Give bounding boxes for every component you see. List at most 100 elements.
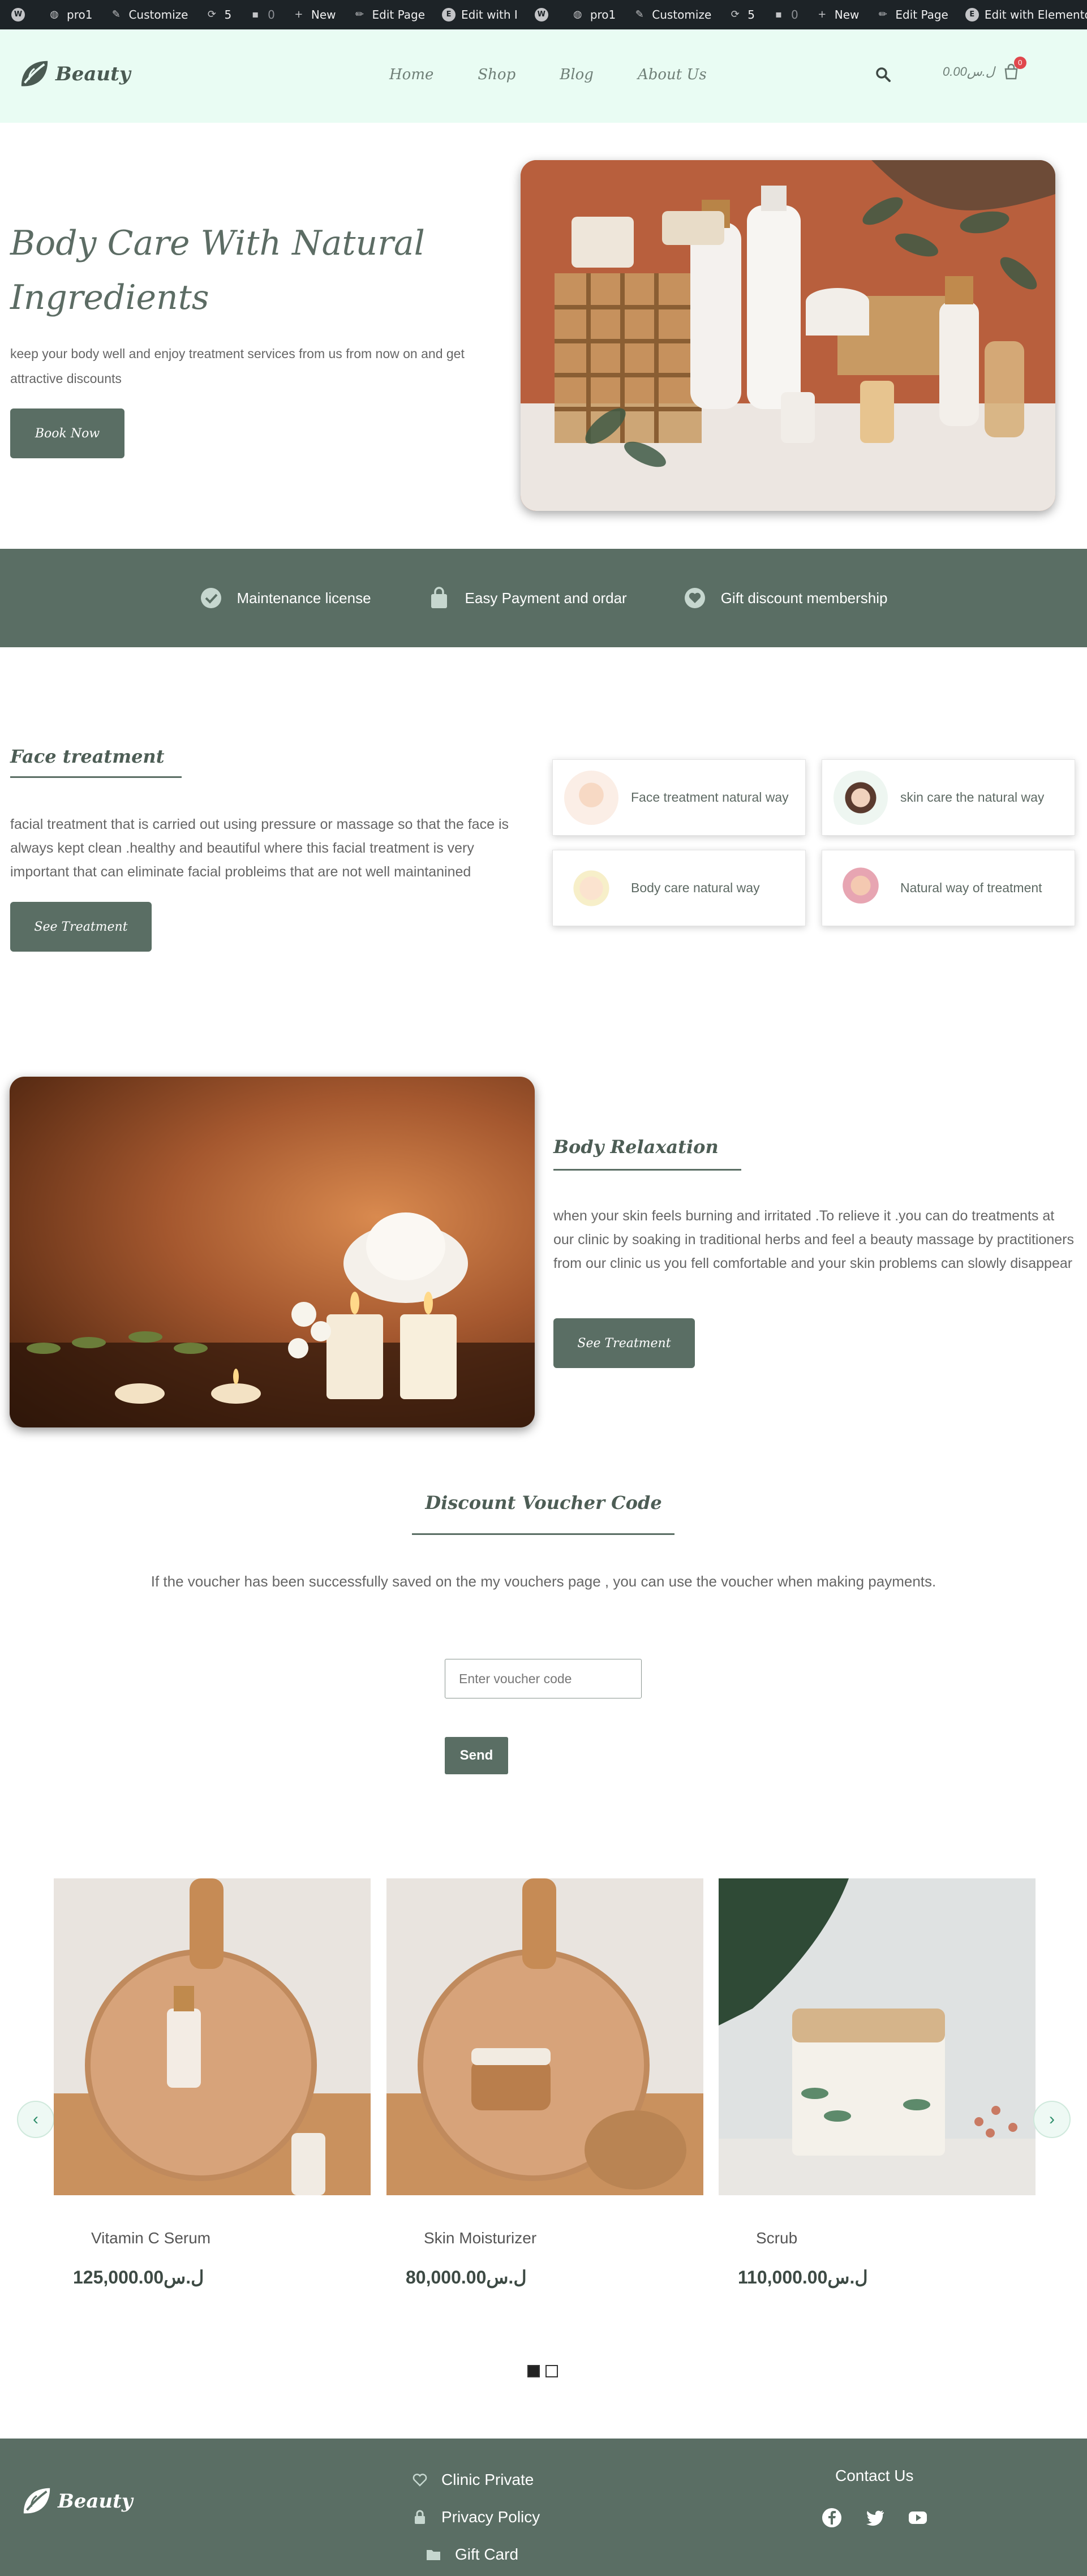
product-card[interactable]: Vitamin C Serum 125,000.00ل.س [54,1878,371,2365]
treatment-card[interactable]: Body care natural way [552,850,806,926]
hero-title: Body Care With Natural Ingredients [10,216,463,325]
nav-home[interactable]: Home [389,66,433,83]
updates-link[interactable]: ⟳ 5 [205,8,231,21]
footer-link-label: Gift Card [455,2545,519,2563]
edit-page-link-2[interactable]: ✏ Edit Page [876,8,948,21]
heart-circle-icon [684,588,705,608]
card-label: skin care the natural way [900,790,1045,805]
logo-text: Beauty [55,63,131,85]
natural-treatment-avatar [833,861,888,915]
product-name[interactable]: Vitamin C Serum [91,2229,210,2247]
product-price: 125,000.00ل.س [73,2267,204,2287]
book-now-button[interactable]: Book Now [10,408,124,458]
feature-gift-discount: Gift discount membership [684,587,888,609]
hero-illustration [521,160,1055,511]
face-treatment-title: Face treatment [10,746,165,767]
feature-easy-payment: Easy Payment and ordar [428,587,627,609]
comment-icon: ▪ [252,8,259,20]
edit-with-elementor-link-2[interactable]: E Edit with Elementor [965,8,1087,21]
wordpress-menu[interactable]: W [11,8,31,21]
product-price: 80,000.00ل.س [406,2267,527,2287]
new-content-link-2[interactable]: + New [815,8,859,21]
see-treatment-button[interactable]: See Treatment [10,902,152,952]
product-image [719,1878,1036,2195]
updates-icon: ⟳ [207,8,216,20]
dashboard-icon: ◍ [573,8,582,20]
chevron-left-icon: ‹ [33,2110,38,2128]
feature-label: Maintenance license [237,589,371,607]
main-nav: Home Shop Blog About Us [389,66,751,83]
see-treatment-button[interactable]: See Treatment [553,1318,695,1368]
youtube-icon[interactable] [908,2508,928,2528]
body-relaxation-description: when your skin feels burning and irritat… [553,1208,1074,1271]
search-icon[interactable] [875,66,892,83]
site-footer: Beauty Clinic Private Privacy Policy Gif… [0,2439,1087,2576]
product-name[interactable]: Scrub [756,2229,797,2247]
edit-page-link[interactable]: ✏ Edit Page [353,8,425,21]
footer-link-clinic-private[interactable]: Clinic Private [412,2461,540,2498]
site-header: Beauty Home Shop Blog About Us 0.00ل.س 0 [0,29,1087,123]
new-content-link[interactable]: + New [292,8,336,21]
features-band: Maintenance license Easy Payment and ord… [0,549,1087,647]
facebook-icon[interactable] [822,2508,842,2528]
contact-us-title: Contact Us [835,2467,914,2484]
twitter-icon[interactable] [865,2508,885,2528]
plus-icon: + [294,8,303,20]
send-button[interactable]: Send [445,1737,508,1774]
lock-icon [415,2510,425,2524]
footer-link-privacy-policy[interactable]: Privacy Policy [412,2498,540,2536]
footer-link-gift-card[interactable]: Gift Card [426,2536,540,2573]
footer-logo[interactable]: Beauty [20,2485,133,2518]
cart-count-badge: 0 [1013,57,1026,69]
card-label: Natural way of treatment [900,880,1042,895]
pagination-dot[interactable] [527,2365,540,2377]
treatment-card[interactable]: Natural way of treatment [822,850,1075,926]
product-card[interactable]: Scrub 110,000.00ل.س [719,1878,1036,2365]
site-name-link-2[interactable]: ◍ pro1 [571,8,616,21]
body-relaxation-title: Body Relaxation [553,1136,719,1158]
title-underline [553,1169,741,1171]
cart-widget[interactable]: 0.00ل.س 0 [943,57,1026,80]
customize-link[interactable]: ✎ Customize [109,8,188,21]
site-name-link[interactable]: ◍ pro1 [48,8,92,21]
comments-link[interactable]: ▪ 0 [248,8,275,21]
elementor-icon: E [965,8,979,21]
nav-blog[interactable]: Blog [560,66,594,83]
chevron-right-icon: › [1049,2110,1055,2128]
leaf-logo-icon [23,2488,50,2514]
treatment-card[interactable]: skin care the natural way [822,759,1075,836]
cart-icon: 0 [1003,57,1026,80]
footer-link-label: Clinic Private [441,2471,534,2488]
carousel-next-button[interactable]: › [1033,2101,1071,2138]
site-logo[interactable]: Beauty [18,58,131,91]
brush-icon: ✎ [635,8,644,20]
product-image [386,1878,703,2195]
pagination-dot[interactable] [545,2365,558,2377]
feature-maintenance-license: Maintenance license [200,587,371,609]
hero-products-image [521,160,1055,511]
treatment-card[interactable]: Face treatment natural way [552,759,806,836]
logo-text: Beauty [58,2490,133,2513]
carousel-prev-button[interactable]: ‹ [17,2101,54,2138]
face-treatment-avatar [564,770,618,825]
customize-link-2[interactable]: ✎ Customize [633,8,712,21]
product-name[interactable]: Skin Moisturizer [424,2229,536,2247]
voucher-title: Discount Voucher Code [425,1492,662,1513]
edit-with-elementor-link[interactable]: E Edit with I [442,8,518,21]
wordpress-icon: W [11,8,25,21]
folder-icon [427,2550,440,2560]
hero-title-line2: Ingredients [10,278,209,317]
product-card[interactable]: Skin Moisturizer 80,000.00ل.س [386,1878,703,2365]
updates-icon: ⟳ [731,8,740,20]
check-circle-icon [200,588,221,608]
voucher-code-input[interactable] [445,1659,642,1698]
dashboard-icon: ◍ [50,8,59,20]
updates-link-2[interactable]: ⟳ 5 [728,8,755,21]
brush-icon: ✎ [111,8,121,20]
comments-link-2[interactable]: ▪ 0 [772,8,798,21]
nav-shop[interactable]: Shop [478,66,515,83]
product-price: 110,000.00ل.س [738,2267,868,2287]
card-label: Body care natural way [631,880,760,895]
wordpress-menu-2[interactable]: W [534,8,554,21]
nav-about-us[interactable]: About Us [638,66,707,83]
